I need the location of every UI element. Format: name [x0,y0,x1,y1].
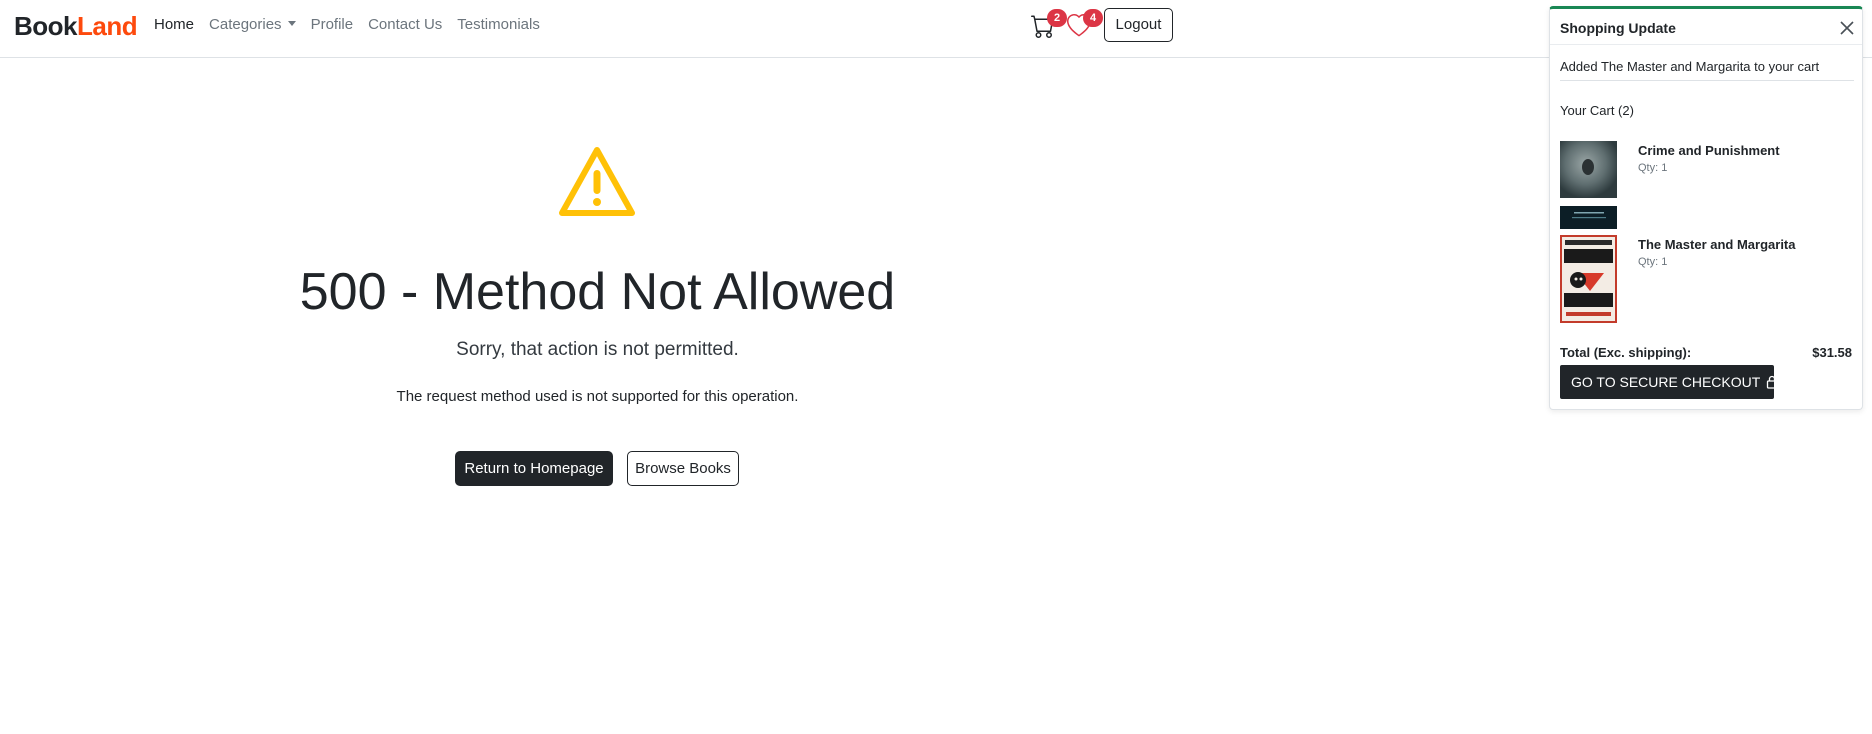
brand-logo[interactable]: BookLand [14,11,138,42]
error-title: 500 - Method Not Allowed [299,263,896,321]
total-label: Total (Exc. shipping): [1560,345,1692,360]
error-description: The request method used is not supported… [396,388,799,405]
total-value: $31.58 [1812,345,1852,360]
brand-part-land: Land [77,11,138,41]
logout-button[interactable]: Logout [1104,8,1173,42]
nav-contact[interactable]: Contact Us [368,16,442,33]
wishlist-count-badge: 4 [1083,9,1103,27]
nav-testimonials[interactable]: Testimonials [457,16,540,33]
toast-message: Added The Master and Margarita to your c… [1560,59,1854,81]
close-icon[interactable] [1840,21,1854,35]
cart-item-name[interactable]: The Master and Margarita [1638,237,1796,252]
shopping-update-toast: Shopping Update Added The Master and Mar… [1549,6,1863,410]
nav-links: Home Categories Profile Contact Us Testi… [154,16,555,33]
brand-part-book: Book [14,11,78,41]
secure-checkout-button[interactable]: GO TO SECURE CHECKOUT [1560,365,1778,399]
nav-categories-dropdown[interactable]: Categories [209,16,296,33]
book-cover-image [1560,235,1617,323]
book-cover-image [1560,141,1617,229]
return-home-button[interactable]: Return to Homepage [455,451,613,486]
cart-item-name[interactable]: Crime and Punishment [1638,143,1780,158]
cart-count-badge: 2 [1047,9,1067,27]
cart-item: Crime and Punishment Qty: 1 [1560,141,1854,229]
error-lead: Sorry, that action is not permitted. [456,339,739,360]
chevron-down-icon [287,21,296,26]
nav-profile[interactable]: Profile [311,16,354,33]
toast-title: Shopping Update [1560,20,1676,36]
cart-item-qty: Qty: 1 [1638,162,1668,174]
nav-home[interactable]: Home [154,16,194,33]
cart-count-label: Your Cart (2) [1560,103,1634,118]
cart-button[interactable]: 2 [1031,9,1067,42]
browse-books-button[interactable]: Browse Books [627,451,739,486]
nav-categories-label: Categories [209,16,282,33]
checkout-label: GO TO SECURE CHECKOUT [1571,374,1761,390]
toast-header: Shopping Update [1550,9,1862,45]
lock-icon [1767,375,1778,389]
wishlist-button[interactable]: 4 [1067,9,1103,42]
warning-triangle-icon [559,147,635,216]
cart-item: The Master and Margarita Qty: 1 [1560,235,1854,323]
cart-item-qty: Qty: 1 [1638,256,1668,268]
